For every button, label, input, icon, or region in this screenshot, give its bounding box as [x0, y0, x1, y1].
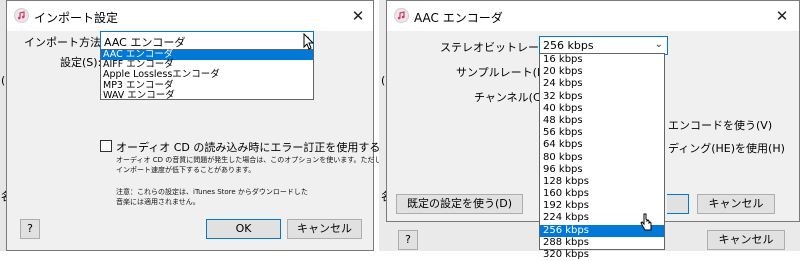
import-method-select[interactable]: AAC エンコーダ ▾: [100, 31, 314, 50]
cancel-button[interactable]: キャンセル: [287, 219, 362, 239]
error-correction-description: オーディオ CD の音質に問題が発生した場合は、このオプションを使います。ただし…: [116, 156, 389, 164]
background-fragment-text: (: [1, 74, 6, 87]
ok-button-hidden[interactable]: [667, 194, 689, 214]
title-bar: AAC エンコーダ ✕: [387, 1, 799, 31]
bitrate-option[interactable]: 20 kbps: [540, 66, 664, 78]
close-icon[interactable]: ✕: [771, 5, 793, 27]
help-button[interactable]: ?: [20, 219, 40, 239]
error-correction-description-2: インポート速度が低下することがあります。: [116, 166, 256, 174]
encoder-option[interactable]: WAV エンコーダ: [101, 90, 313, 101]
ok-button[interactable]: OK: [206, 219, 281, 239]
bitrate-option[interactable]: 128 kbps: [540, 176, 664, 188]
chevron-down-icon: ⌄: [654, 39, 663, 50]
bitrate-option[interactable]: 56 kbps: [540, 127, 664, 139]
title-bar: インポート設定 ✕: [7, 1, 373, 31]
import-settings-dialog: インポート設定 ✕ インポート方法(I): AAC エンコーダ ▾ 設定(S):…: [6, 0, 397, 251]
note-text: 注意：これらの設定は、iTunes Store からダウンロードした: [116, 188, 308, 196]
bitrate-option[interactable]: 64 kbps: [540, 139, 664, 151]
bitrate-option[interactable]: 80 kbps: [540, 152, 664, 164]
encoder-dropdown-list[interactable]: AAC エンコーダ AIFF エンコーダ Apple Losslessエンコーダ MP…: [100, 49, 314, 100]
import-method-value: AAC エンコーダ: [104, 36, 186, 49]
bitrate-option[interactable]: 160 kbps: [540, 188, 664, 200]
dialog-title: AAC エンコーダ: [414, 11, 503, 25]
background-help-button: ?: [398, 230, 418, 250]
vbr-option-label[interactable]: エンコードを使う(V): [668, 117, 772, 133]
dialog-title: インポート設定: [34, 11, 119, 25]
error-correction-label[interactable]: オーディオ CD の読み込み時にエラー訂正を使用する(U): [116, 139, 397, 155]
cancel-button[interactable]: キャンセル: [697, 194, 775, 214]
close-icon[interactable]: ✕: [347, 5, 369, 27]
background-fragment-text: (: [381, 74, 386, 87]
settings-label: 設定(S):: [60, 56, 102, 69]
bitrate-option[interactable]: 192 kbps: [540, 200, 664, 212]
use-default-settings-button[interactable]: 既定の設定を使う(D): [396, 194, 523, 214]
bitrate-option[interactable]: 24 kbps: [540, 78, 664, 90]
background-cancel-button: キャンセル: [707, 230, 785, 250]
note-text-2: 音楽には適用されません。: [116, 198, 200, 206]
bitrate-option[interactable]: 48 kbps: [540, 115, 664, 127]
channel-label: チャンネル(C):: [474, 91, 549, 104]
mouse-pointer-icon: [640, 213, 652, 231]
error-correction-checkbox[interactable]: [100, 140, 112, 152]
bitrate-option[interactable]: 16 kbps: [540, 54, 664, 66]
bitrate-option[interactable]: 288 kbps: [540, 237, 664, 249]
itunes-icon: [394, 8, 409, 23]
itunes-icon: [14, 8, 29, 23]
bitrate-option[interactable]: 32 kbps: [540, 91, 664, 103]
mouse-pointer-icon: [303, 33, 314, 50]
he-option-label[interactable]: ディング(HE)を使用(H): [668, 140, 785, 156]
bitrate-option[interactable]: 40 kbps: [540, 103, 664, 115]
bitrate-option[interactable]: 96 kbps: [540, 164, 664, 176]
stereo-bitrate-value: 256 kbps: [543, 39, 594, 52]
